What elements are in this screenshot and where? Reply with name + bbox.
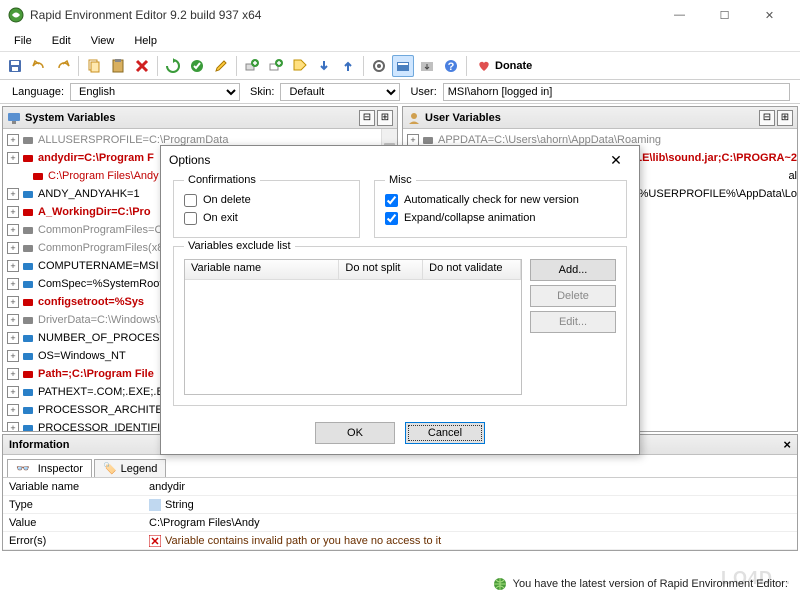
edit-button[interactable]: Edit... (530, 311, 616, 333)
on-exit-checkbox[interactable]: On exit (184, 209, 349, 227)
dialog-overlay: Options ✕ Confirmations On delete On exi… (0, 0, 800, 597)
confirmations-legend: Confirmations (184, 174, 260, 186)
dialog-title: Options (169, 153, 601, 167)
misc-legend: Misc (385, 174, 416, 186)
cancel-button[interactable]: Cancel (405, 422, 485, 444)
ok-button[interactable]: OK (315, 422, 395, 444)
add-button[interactable]: Add... (530, 259, 616, 281)
dialog-titlebar: Options ✕ (161, 146, 639, 174)
auto-check-checkbox[interactable]: Automatically check for new version (385, 191, 616, 209)
expand-anim-checkbox[interactable]: Expand/collapse animation (385, 209, 616, 227)
col-do-not-split[interactable]: Do not split (339, 260, 423, 279)
delete-button[interactable]: Delete (530, 285, 616, 307)
on-delete-checkbox[interactable]: On delete (184, 191, 349, 209)
dialog-close-icon[interactable]: ✕ (601, 149, 631, 171)
misc-group: Misc Automatically check for new version… (374, 180, 627, 238)
exclude-legend: Variables exclude list (184, 240, 295, 252)
col-do-not-validate[interactable]: Do not validate (423, 260, 521, 279)
options-dialog: Options ✕ Confirmations On delete On exi… (160, 145, 640, 455)
exclude-listview[interactable]: Variable name Do not split Do not valida… (184, 259, 522, 395)
col-variable-name[interactable]: Variable name (185, 260, 339, 279)
exclude-group: Variables exclude list Variable name Do … (173, 246, 627, 406)
confirmations-group: Confirmations On delete On exit (173, 180, 360, 238)
